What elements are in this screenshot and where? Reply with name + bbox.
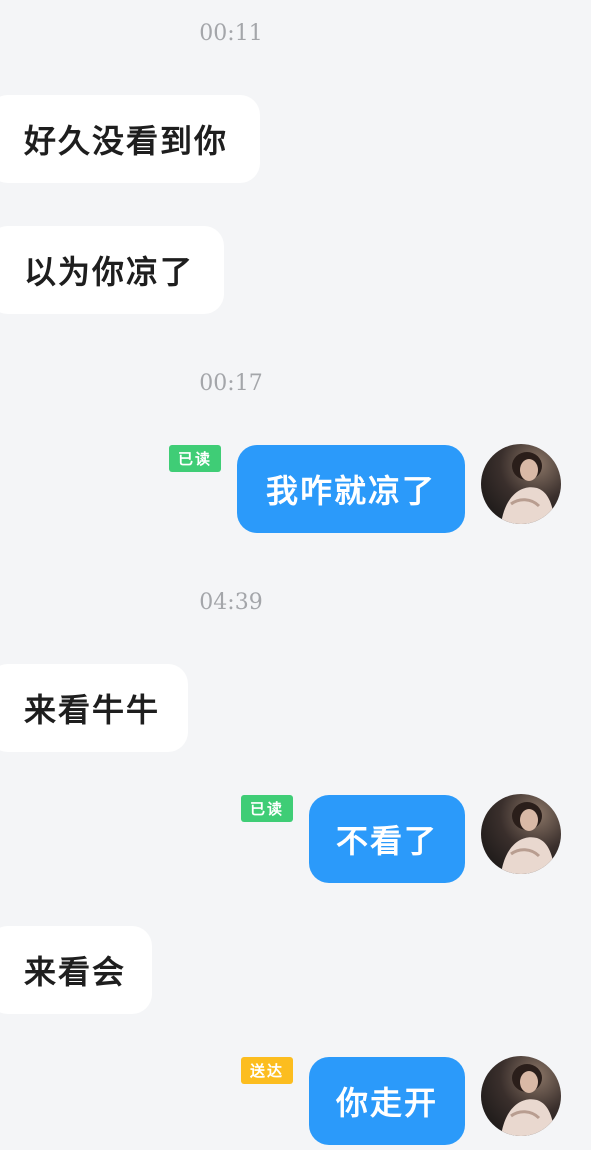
outgoing-message-bubble[interactable]: 你走开 [309,1057,465,1145]
user-photo-avatar-icon [501,452,555,524]
incoming-message-bubble[interactable]: 来看牛牛 [0,664,188,752]
timestamp: 00:17 [199,371,263,396]
outgoing-message-bubble[interactable]: 我咋就凉了 [237,445,465,533]
timestamp: 00:11 [199,21,263,46]
timestamp: 04:39 [199,590,263,615]
delivered-status-badge: 送达 [241,1057,293,1084]
read-status-badge: 已读 [169,445,221,472]
read-status-badge: 已读 [241,795,293,822]
user-avatar[interactable] [481,444,561,524]
user-avatar[interactable] [481,1056,561,1136]
incoming-message-bubble[interactable]: 来看会 [0,926,152,1014]
incoming-message-bubble[interactable]: 以为你凉了 [0,226,224,314]
user-photo-avatar-icon [501,802,555,874]
user-photo-avatar-icon [501,1064,555,1136]
incoming-message-bubble[interactable]: 好久没看到你 [0,95,260,183]
user-avatar[interactable] [481,794,561,874]
outgoing-message-bubble[interactable]: 不看了 [309,795,465,883]
